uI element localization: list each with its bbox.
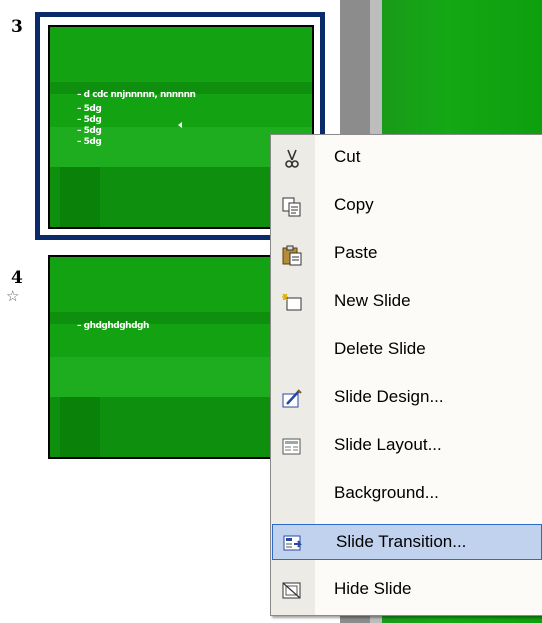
menu-item-copy[interactable]: Copy [271,188,541,224]
thumb-bullet: – 5dg [77,126,102,136]
slide-transition-icon [283,533,305,553]
thumb-bullet: – 5dg [77,137,102,147]
thumb-bullet: – 5dg [77,104,102,114]
new-slide-icon [281,292,303,312]
menu-item-new-slide[interactable]: New Slide [271,284,541,320]
animation-star-icon: ☆ [6,288,20,305]
menu-label: Delete Slide [334,339,426,358]
menu-label: Hide Slide [334,579,412,598]
menu-label: New Slide [334,291,411,310]
hide-slide-icon [281,580,303,600]
menu-item-delete-slide[interactable]: Delete Slide [271,332,541,368]
menu-item-slide-layout[interactable]: Slide Layout... [271,428,541,464]
copy-icon [281,196,303,217]
menu-label: Slide Transition... [336,532,467,551]
menu-label: Slide Design... [334,387,444,406]
menu-item-background[interactable]: Background... [271,476,541,512]
context-menu: Cut Copy Paste New Slide Delete Slide Sl… [270,134,542,616]
thumb-bullet: – d cdc nnjnnnnn, nnnnnn [77,90,196,100]
menu-item-hide-slide[interactable]: Hide Slide [271,572,541,608]
menu-label: Copy [334,195,374,214]
menu-item-slide-design[interactable]: Slide Design... [271,380,541,416]
paste-icon [281,244,303,266]
slide-design-icon [281,388,303,408]
scissors-icon [281,148,303,168]
menu-item-cut[interactable]: Cut [271,140,541,176]
menu-label: Background... [334,483,439,502]
slide-number: 3 [11,17,23,37]
slide-number: 4 [11,268,23,288]
menu-label: Paste [334,243,378,262]
thumb-bullet: – 5dg [77,115,102,125]
slide-layout-icon [281,436,303,456]
menu-item-slide-transition[interactable]: Slide Transition... [272,524,542,560]
cursor-marker-icon [178,122,182,128]
menu-item-paste[interactable]: Paste [271,236,541,272]
menu-label: Cut [334,147,361,166]
menu-label: Slide Layout... [334,435,442,454]
thumb-bullet: – ghdghdghdgh [77,321,149,331]
